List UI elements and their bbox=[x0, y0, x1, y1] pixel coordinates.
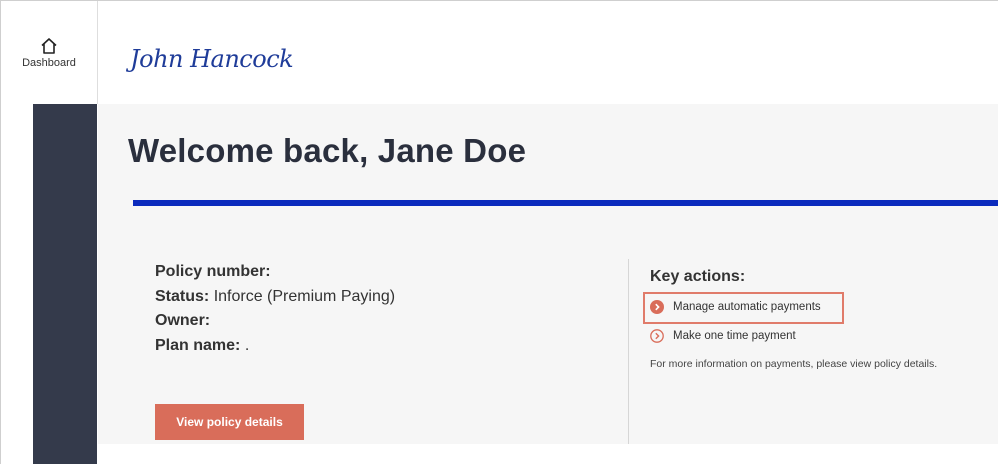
plan-name-label: Plan name: bbox=[155, 337, 241, 354]
column-divider bbox=[628, 259, 629, 444]
sidebar-header: Dashboard bbox=[1, 1, 98, 104]
payments-info-text: For more information on payments, please… bbox=[650, 358, 938, 370]
plan-name-row: Plan name: . bbox=[155, 337, 249, 355]
blue-divider bbox=[133, 200, 998, 206]
owner-label: Owner: bbox=[155, 312, 211, 329]
top-header: John Hancock bbox=[98, 1, 998, 104]
status-row: Status: Inforce (Premium Paying) bbox=[155, 288, 395, 306]
welcome-heading: Welcome back, Jane Doe bbox=[128, 132, 527, 169]
policy-number-label: Policy number: bbox=[155, 263, 271, 280]
make-one-time-payment-link[interactable]: Make one time payment bbox=[650, 329, 796, 343]
make-one-time-payment-label: Make one time payment bbox=[673, 330, 796, 342]
owner-row: Owner: bbox=[155, 312, 210, 330]
dashboard-nav-link[interactable]: Dashboard bbox=[15, 37, 83, 69]
view-policy-details-button[interactable]: View policy details bbox=[155, 404, 304, 440]
manage-automatic-payments-label: Manage automatic payments bbox=[673, 301, 821, 313]
john-hancock-logo[interactable]: John Hancock bbox=[130, 45, 294, 73]
main-content: Welcome back, Jane Doe Policy number: St… bbox=[98, 104, 998, 444]
manage-automatic-payments-link[interactable]: Manage automatic payments bbox=[650, 300, 821, 314]
plan-name-value: . bbox=[244, 337, 250, 354]
policy-number-row: Policy number: bbox=[155, 263, 271, 281]
chevron-circle-outline-icon bbox=[650, 329, 664, 343]
dashboard-label: Dashboard bbox=[22, 57, 76, 69]
chevron-circle-filled-icon bbox=[650, 300, 664, 314]
key-actions-heading: Key actions: bbox=[650, 268, 746, 285]
sidebar-panel bbox=[33, 104, 97, 464]
home-icon bbox=[41, 38, 57, 54]
status-label: Status: bbox=[155, 288, 210, 305]
status-value: Inforce (Premium Paying) bbox=[213, 288, 396, 305]
